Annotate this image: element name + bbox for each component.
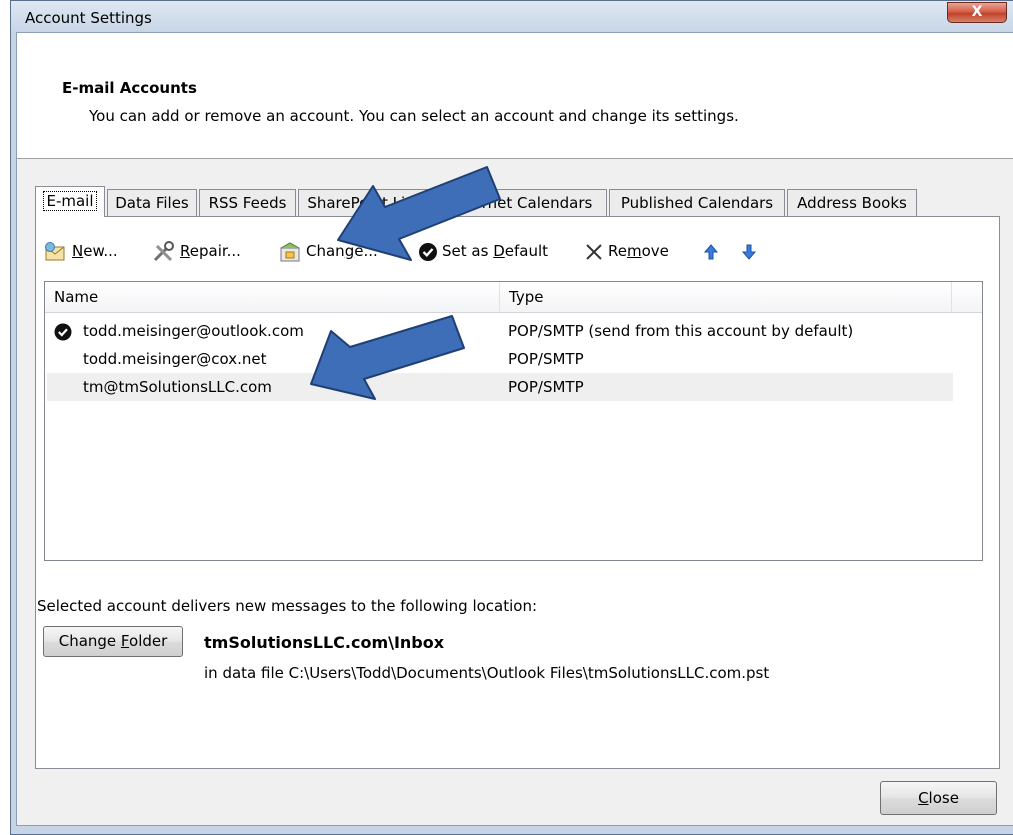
- delivery-label: Selected account delivers new messages t…: [37, 597, 538, 615]
- account-row[interactable]: todd.meisinger@cox.net POP/SMTP: [47, 345, 953, 373]
- header-subtitle: You can add or remove an account. You ca…: [89, 107, 739, 125]
- delivery-path: in data file C:\Users\Todd\Documents\Out…: [204, 664, 770, 682]
- column-divider[interactable]: [499, 282, 500, 312]
- repair-tools-icon: [153, 240, 174, 261]
- remove-x-icon: [586, 243, 602, 260]
- close-button[interactable]: Close: [880, 781, 997, 815]
- tab-email[interactable]: E-mail: [35, 186, 105, 217]
- account-settings-window: Account Settings X E-mail Accounts You c…: [10, 0, 1013, 835]
- account-type: POP/SMTP (send from this account by defa…: [508, 322, 854, 340]
- tab-internet-calendars[interactable]: Internet Calendars: [438, 189, 607, 216]
- window-close-button[interactable]: X: [947, 2, 1007, 23]
- new-account-button[interactable]: New...: [44, 239, 118, 265]
- account-type: POP/SMTP: [508, 350, 584, 368]
- header-title: E-mail Accounts: [62, 79, 197, 97]
- account-name: todd.meisinger@outlook.com: [83, 322, 304, 340]
- set-as-default-button[interactable]: Set as Default: [418, 239, 548, 265]
- dialog-header: E-mail Accounts You can add or remove an…: [17, 33, 1013, 159]
- accounts-list[interactable]: Name Type todd.meisinger@outlook.com POP…: [44, 281, 983, 561]
- window-title: Account Settings: [25, 9, 152, 27]
- account-name: todd.meisinger@cox.net: [83, 350, 267, 368]
- move-down-arrow-icon: [742, 244, 756, 260]
- column-header-name[interactable]: Name: [54, 288, 98, 306]
- tab-published-calendars[interactable]: Published Calendars: [609, 189, 785, 216]
- dialog-client-area: E-mail Accounts You can add or remove an…: [16, 32, 1013, 826]
- move-up-arrow-icon: [704, 243, 718, 259]
- account-row-selected[interactable]: tm@tmSolutionsLLC.com POP/SMTP: [47, 373, 953, 401]
- move-up-button[interactable]: [704, 239, 722, 265]
- change-settings-icon: [280, 241, 300, 261]
- account-row[interactable]: todd.meisinger@outlook.com POP/SMTP (sen…: [47, 317, 953, 345]
- column-header-type[interactable]: Type: [509, 288, 543, 306]
- email-tab-panel: New... Repair... Change... Set as Defaul…: [35, 216, 1000, 769]
- list-header: Name Type: [45, 282, 982, 313]
- change-folder-button[interactable]: Change Folder: [43, 626, 183, 657]
- tab-data-files[interactable]: Data Files: [107, 189, 197, 216]
- change-account-button[interactable]: Change...: [278, 239, 378, 265]
- default-account-check-icon: [54, 323, 72, 341]
- tab-address-books[interactable]: Address Books: [787, 189, 917, 216]
- remove-account-button[interactable]: Remove: [584, 239, 669, 265]
- move-down-button[interactable]: [742, 239, 760, 265]
- close-icon: X: [971, 4, 983, 20]
- tab-rss-feeds[interactable]: RSS Feeds: [199, 189, 296, 216]
- tab-sharepoint-lists[interactable]: SharePoint Lists: [298, 189, 436, 216]
- delivery-folder: tmSolutionsLLC.com\Inbox: [204, 633, 445, 652]
- account-type: POP/SMTP: [508, 378, 584, 396]
- title-bar: Account Settings X: [11, 1, 1013, 31]
- account-name: tm@tmSolutionsLLC.com: [83, 378, 272, 396]
- new-mail-icon: [45, 241, 65, 260]
- column-divider[interactable]: [951, 282, 952, 312]
- repair-account-button[interactable]: Repair...: [152, 239, 241, 265]
- default-check-icon: [419, 242, 437, 261]
